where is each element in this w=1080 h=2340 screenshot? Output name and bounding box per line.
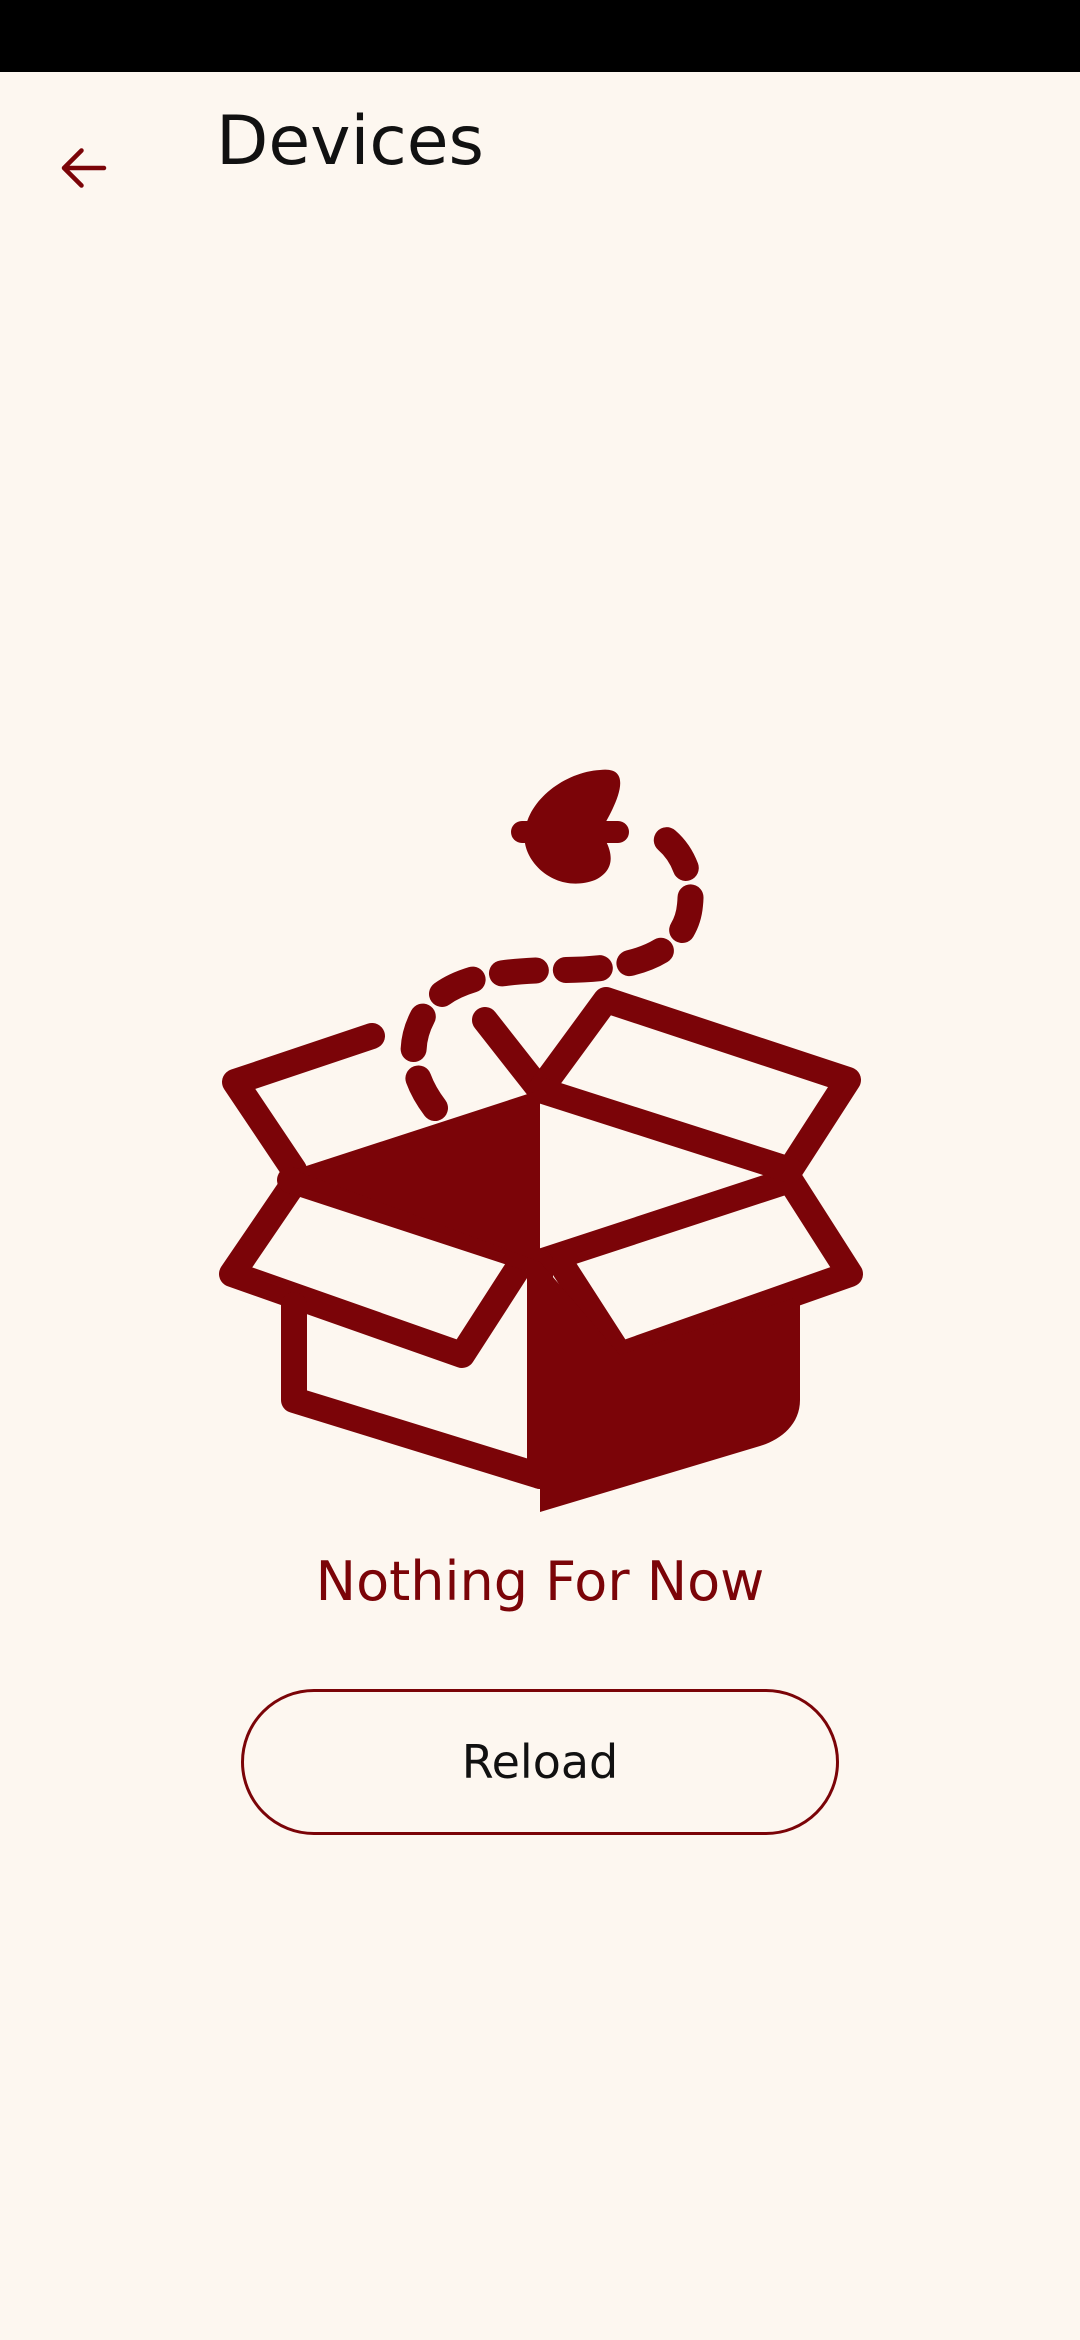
reload-button[interactable]: Reload: [241, 1689, 839, 1835]
page-title: Devices: [216, 102, 484, 181]
empty-state-message: Nothing For Now: [315, 1550, 765, 1613]
open-box-icon: [219, 769, 863, 1512]
app-bar: Devices: [0, 72, 1080, 222]
status-bar: [0, 0, 1080, 72]
arrow-left-icon: [61, 148, 107, 188]
back-button[interactable]: [36, 120, 132, 216]
